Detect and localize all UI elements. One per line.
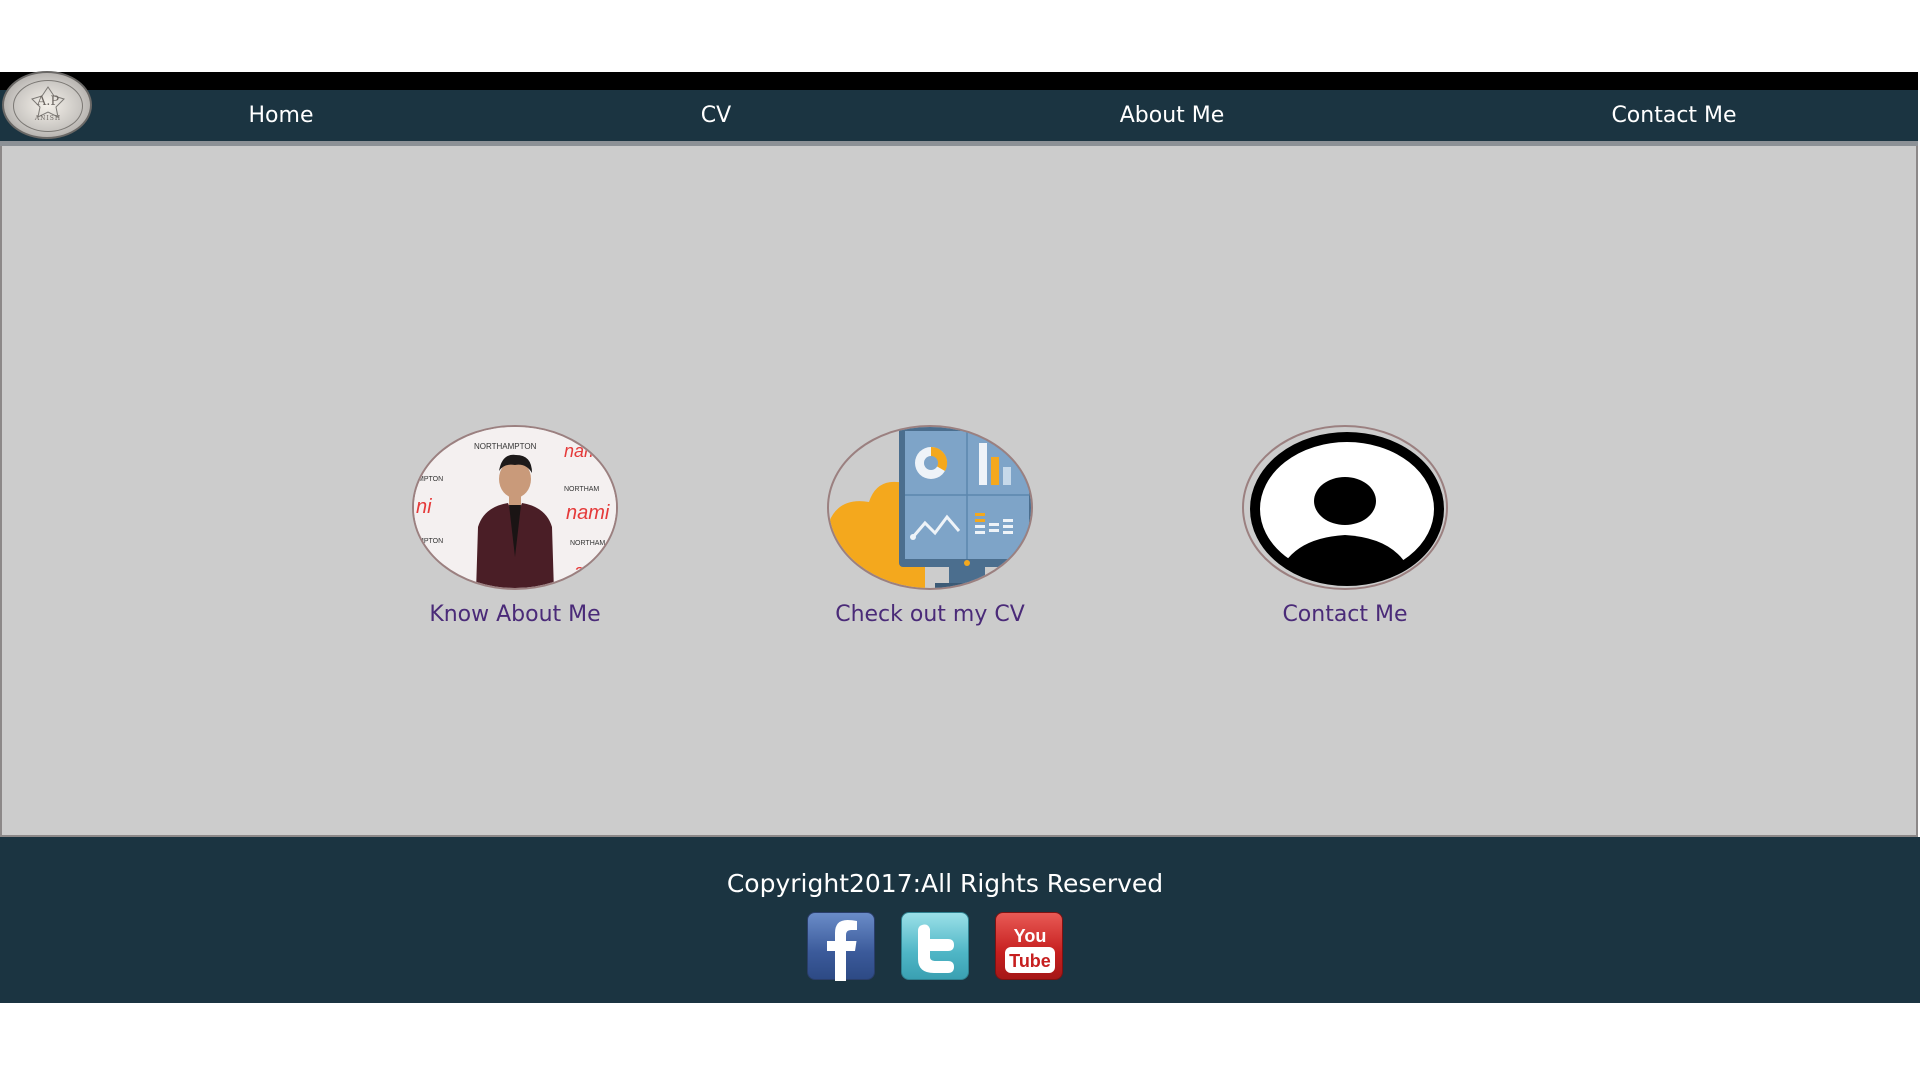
svg-text:am: am [574, 561, 599, 581]
copyright-text: Copyright2017:All Rights Reserved [726, 869, 1164, 898]
nav-home[interactable]: Home [249, 103, 314, 131]
facebook-icon[interactable] [807, 912, 875, 981]
svg-text:MPTON: MPTON [418, 476, 443, 483]
profile-photo-graphic: NORTHAMPTON nam MPTON NORTHAM ni nami MP… [414, 427, 616, 588]
nav-contact-me[interactable]: Contact Me [1611, 103, 1736, 131]
svg-text:nam: nam [564, 441, 599, 461]
facebook-glyph [827, 920, 857, 981]
svg-text:NORTHAM: NORTHAM [564, 486, 599, 493]
svg-text:Tube: Tube [1009, 951, 1051, 971]
top-black-band [0, 72, 1918, 90]
youtube-glyph: You Tube [1005, 926, 1055, 973]
dashboard-graphic [829, 427, 1031, 588]
svg-text:nami: nami [566, 502, 610, 524]
nav-about-me[interactable]: About Me [1120, 103, 1225, 131]
know-about-me-card[interactable]: NORTHAMPTON nam MPTON NORTHAM ni nami MP… [365, 425, 665, 627]
svg-text:You: You [1014, 926, 1047, 946]
dashboard-illustration[interactable] [827, 425, 1033, 590]
logo-emblem: A.P ANISH [13, 80, 83, 132]
svg-text:ni: ni [416, 496, 432, 518]
check-cv-card[interactable]: Check out my CV [780, 425, 1080, 627]
site-logo[interactable]: A.P ANISH [2, 71, 92, 139]
user-avatar-graphic [1250, 432, 1444, 586]
check-cv-link[interactable]: Check out my CV [780, 602, 1080, 627]
twitter-icon[interactable] [901, 912, 969, 980]
svg-text:MPTON: MPTON [418, 538, 443, 545]
logo-monogram: A.P [36, 94, 60, 109]
nav-cv[interactable]: CV [701, 103, 731, 131]
svg-text:NORTHAMPTON: NORTHAMPTON [474, 442, 537, 451]
twitter-glyph [918, 924, 954, 973]
youtube-icon[interactable]: You Tube [995, 912, 1063, 980]
know-about-me-link[interactable]: Know About Me [365, 602, 665, 627]
logo-subtitle: ANISH [34, 115, 62, 122]
profile-photo[interactable]: NORTHAMPTON nam MPTON NORTHAM ni nami MP… [412, 425, 618, 590]
contact-me-card[interactable]: Contact Me [1195, 425, 1495, 627]
svg-text:NORTHAM: NORTHAM [570, 540, 605, 547]
footer: Copyright2017:All Rights Reserved You Tu… [0, 837, 1920, 1003]
user-avatar-icon[interactable] [1242, 425, 1448, 590]
contact-me-link[interactable]: Contact Me [1195, 602, 1495, 627]
